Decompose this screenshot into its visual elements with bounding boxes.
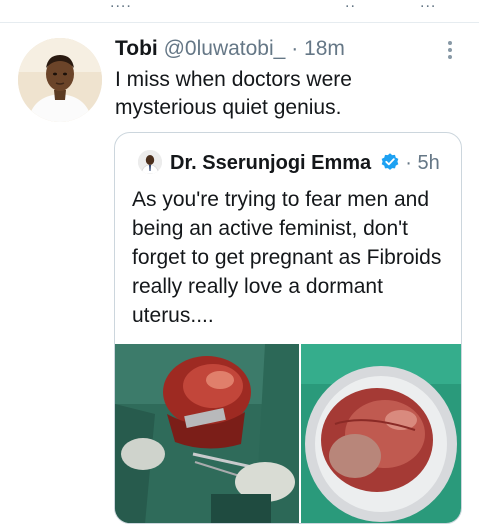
separator-dot: ·: [291, 37, 299, 60]
quoted-tweet-header: Dr. Sserunjogi Emma · 5h: [170, 151, 440, 175]
cropped-text-fragment: ...: [420, 0, 437, 11]
cropped-text-fragment: ....: [110, 0, 132, 11]
quoted-author-name[interactable]: Dr. Sserunjogi Emma: [170, 152, 371, 174]
previous-tweet-edge: .... .. ...: [0, 0, 479, 23]
author-handle[interactable]: @0luwatobi_: [164, 37, 286, 60]
cropped-text-fragment: ..: [345, 0, 356, 11]
fibroid-dish-photo[interactable]: [301, 344, 461, 524]
avatar-photo: [18, 38, 102, 122]
quoted-avatar-photo: [138, 150, 162, 174]
tweet-text: I miss when doctors were mysterious quie…: [115, 68, 352, 119]
quoted-tweet-text: As you're trying to fear men and being a…: [132, 188, 442, 327]
quoted-media-gallery[interactable]: [115, 344, 461, 524]
verified-badge-icon: [381, 153, 399, 170]
quoted-tweet-card[interactable]: Dr. Sserunjogi Emma · 5h As you're tryin…: [114, 132, 462, 524]
quoted-avatar[interactable]: [138, 150, 162, 174]
author-name[interactable]: Tobi: [115, 37, 158, 60]
quoted-tweet-timestamp[interactable]: 5h: [418, 152, 440, 174]
surgery-photo[interactable]: [115, 344, 299, 524]
avatar[interactable]: [18, 38, 102, 122]
tweet-header: Tobi @0luwatobi_ · 18m: [115, 36, 345, 62]
separator-dot: ·: [405, 152, 412, 174]
more-vertical-icon[interactable]: [442, 39, 458, 63]
tweet-timestamp[interactable]: 18m: [304, 37, 345, 60]
